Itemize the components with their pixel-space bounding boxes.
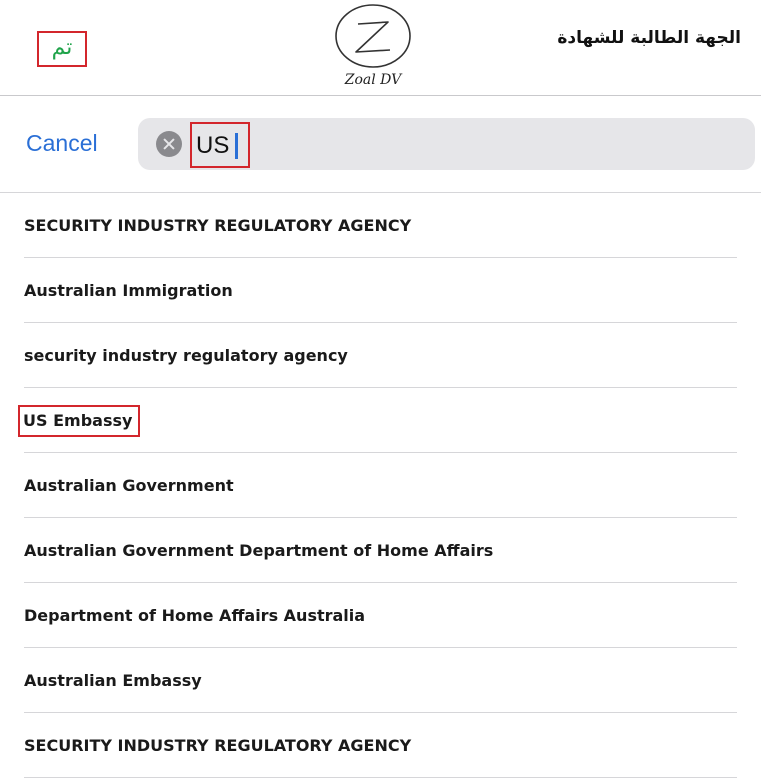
list-item[interactable]: Department of Home Affairs Australia <box>0 583 761 648</box>
cancel-button[interactable]: Cancel <box>26 130 98 157</box>
logo-circle-icon <box>335 4 411 68</box>
search-value-highlight <box>190 122 250 168</box>
list-item[interactable]: Australian Immigration <box>0 258 761 323</box>
list-item[interactable]: SECURITY INDUSTRY REGULATORY AGENCY <box>0 193 761 258</box>
list-item-us-embassy[interactable]: US Embassy <box>0 388 761 453</box>
page-title: الجهة الطالبة للشهادة <box>557 28 741 48</box>
list-item[interactable]: Australian Government <box>0 453 761 518</box>
list-item-label: security industry regulatory agency <box>24 346 348 365</box>
text-caret <box>235 133 238 159</box>
list-item-label: Australian Government <box>24 476 234 495</box>
search-field[interactable] <box>138 118 755 170</box>
zoal-dv-logo: Zoal DV <box>318 2 428 92</box>
list-item[interactable]: security industry regulatory agency <box>0 323 761 388</box>
list-item-label: Australian Government Department of Home… <box>24 541 494 560</box>
done-button[interactable]: تم <box>37 31 87 67</box>
list-item-label: Australian Immigration <box>24 281 233 300</box>
clear-x-icon[interactable] <box>156 131 182 157</box>
results-list: SECURITY INDUSTRY REGULATORY AGENCY Aust… <box>0 193 761 778</box>
list-item[interactable]: SECURITY INDUSTRY REGULATORY AGENCY <box>0 713 761 778</box>
list-item-label: Department of Home Affairs Australia <box>24 606 366 625</box>
list-item[interactable]: Australian Government Department of Home… <box>0 518 761 583</box>
logo-text: Zoal DV <box>344 72 402 88</box>
list-item[interactable]: Australian Embassy <box>0 648 761 713</box>
navigation-header: تم Zoal DV الجهة الطالبة للشهادة <box>0 0 761 96</box>
list-item-label: US Embassy <box>18 405 141 437</box>
list-item-label: SECURITY INDUSTRY REGULATORY AGENCY <box>24 216 412 235</box>
search-input[interactable] <box>196 132 246 160</box>
list-item-label: Australian Embassy <box>24 671 202 690</box>
search-bar-row: Cancel <box>0 96 761 193</box>
list-item-label: SECURITY INDUSTRY REGULATORY AGENCY <box>24 736 412 755</box>
